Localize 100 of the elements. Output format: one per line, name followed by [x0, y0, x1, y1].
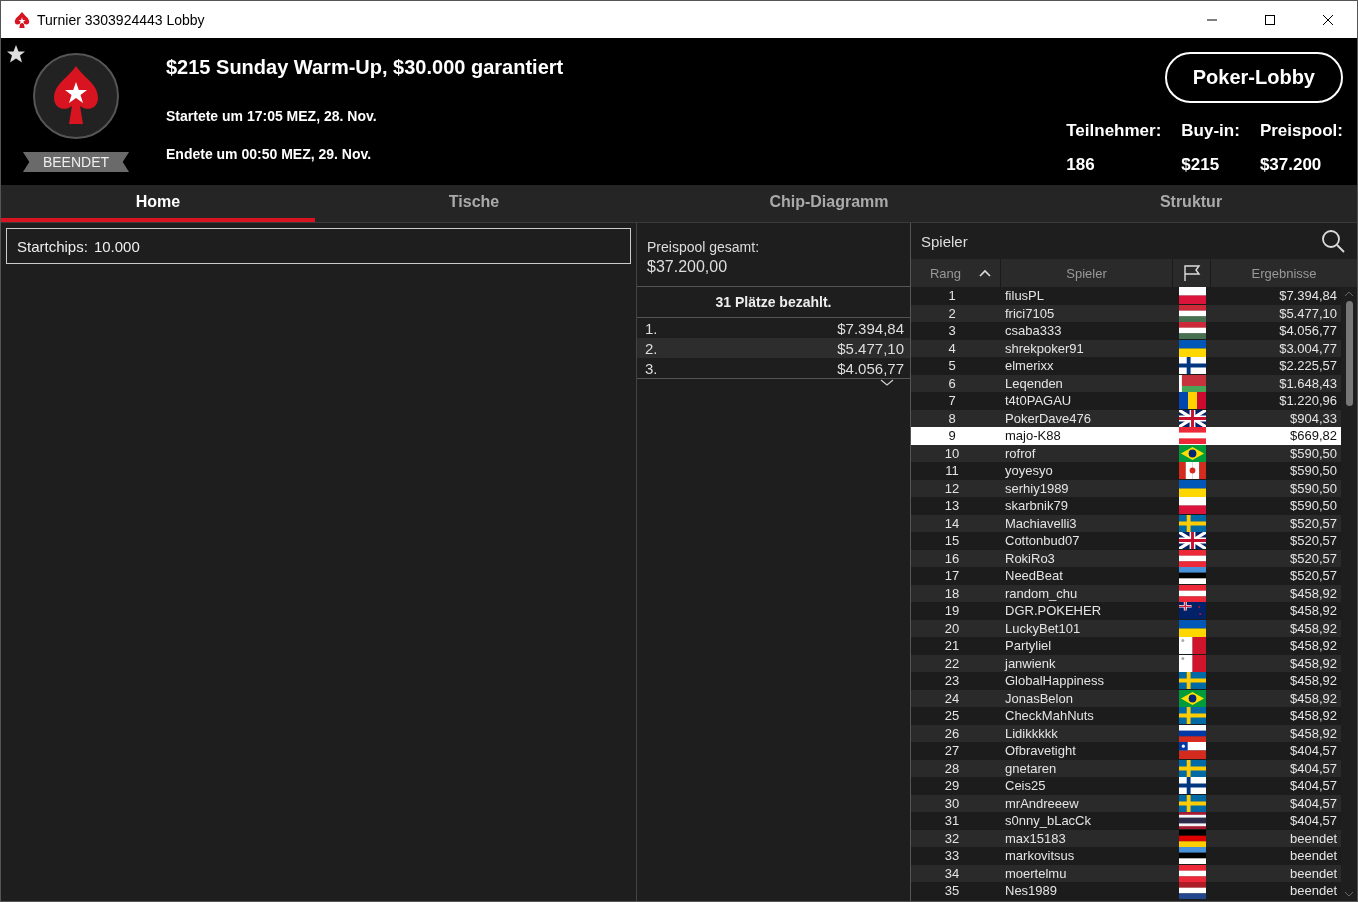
stat-label: Teilnehmer:	[1066, 121, 1162, 141]
poker-lobby-button[interactable]: Poker-Lobby	[1164, 52, 1343, 103]
player-name: skarbnik79	[1004, 498, 1069, 514]
scrollbar-thumb[interactable]	[1345, 301, 1353, 406]
stat-value: $37.200	[1259, 155, 1323, 175]
player-name: csaba333	[1004, 323, 1063, 339]
player-name: markovitsus	[1004, 848, 1076, 864]
rank-cell-text: 10	[943, 445, 961, 461]
rank-cell-text: 34	[943, 865, 961, 881]
player-name: Lidikkkkk	[1004, 725, 1059, 741]
rank-cell-text: 8	[947, 410, 957, 426]
scroll-down-icon[interactable]	[1344, 891, 1354, 897]
star-icon[interactable]	[6, 44, 26, 64]
rank-cell-text: 15	[943, 533, 961, 549]
result-cell-text: $404,57	[1289, 795, 1338, 811]
search-icon[interactable]	[1321, 229, 1345, 253]
player-name: JonasBelon	[1004, 690, 1074, 706]
player-name: Leqenden	[1004, 375, 1064, 391]
player-name: NeedBeat	[1004, 568, 1064, 584]
result-cell-text: $1.220,96	[1278, 393, 1338, 409]
result-cell-text: $5.477,10	[1278, 305, 1338, 321]
rank-cell-text: 1	[947, 288, 957, 304]
result-cell-text: $404,57	[1289, 760, 1338, 776]
scroll-up-icon[interactable]	[1344, 291, 1354, 297]
rank-cell-text: 35	[943, 883, 961, 899]
rank-cell-text: 32	[943, 830, 961, 846]
rank-cell-text: 24	[943, 690, 961, 706]
player-name: moertelmu	[1004, 865, 1068, 881]
player-name: CheckMahNuts	[1004, 708, 1095, 724]
column-header[interactable]: Ergebnisse	[1211, 259, 1357, 287]
rank-cell-text: 7	[947, 393, 957, 409]
close-icon[interactable]	[1322, 13, 1334, 26]
player-name: gnetaren	[1004, 760, 1058, 776]
result-cell-text: $590,50	[1289, 445, 1338, 461]
stat-label: Preispool:	[1259, 121, 1343, 141]
tab[interactable]: Home	[1, 185, 315, 222]
result-cell-text: $458,92	[1289, 690, 1338, 706]
result-cell-text: beendet	[1289, 848, 1338, 864]
rank-cell-text: 5	[947, 358, 957, 374]
rank-cell-text: 30	[943, 795, 961, 811]
rank-cell-text: 26	[943, 725, 961, 741]
maximize-icon[interactable]	[1264, 13, 1276, 26]
players-heading: Spieler	[921, 232, 968, 250]
tab[interactable]: Chip-Diagramm	[633, 185, 1025, 222]
result-cell-text: $520,57	[1289, 568, 1338, 584]
rank-cell-text: 12	[943, 480, 961, 496]
stat-label: Buy-in:	[1181, 121, 1240, 141]
rank-cell-text: 4	[947, 340, 957, 356]
result-cell-text: $669,82	[1289, 428, 1338, 444]
result-cell-text: $458,92	[1289, 620, 1338, 636]
result-cell-text: $4.056,77	[1278, 323, 1338, 339]
rank-cell-text: 23	[943, 673, 961, 689]
flag-outline-icon[interactable]	[1182, 264, 1201, 282]
player-name: Ofbravetight	[1004, 743, 1077, 759]
rank-cell-text: 31	[943, 813, 961, 829]
tab[interactable]: Struktur	[1025, 185, 1357, 222]
field-label: Startchips:	[17, 237, 88, 255]
rank-cell-text: 17	[943, 568, 961, 584]
rank-cell-text: 3	[947, 323, 957, 339]
player-name: Nes1989	[1004, 883, 1059, 899]
player-name: yoyesyo	[1004, 463, 1054, 479]
player-name: mrAndreeew	[1004, 795, 1080, 811]
end-time: Endete um 00:50 MEZ, 29. Nov.	[166, 146, 373, 165]
player-name: LuckyBet101	[1004, 620, 1082, 636]
result-cell-text: $458,92	[1289, 603, 1338, 619]
stat-value: $215	[1181, 155, 1221, 175]
result-cell-text: $1.648,43	[1278, 375, 1338, 391]
player-name: shrekpoker91	[1004, 340, 1085, 356]
rank-cell-text: 6	[947, 375, 957, 391]
player-name: filusPL	[1004, 288, 1046, 304]
spade-logo-icon	[13, 10, 31, 29]
player-name: majo-K88	[1004, 428, 1062, 444]
rank-cell-text: 22	[943, 655, 961, 671]
result-cell-text: $3.004,77	[1278, 340, 1338, 356]
player-name: Partyliel	[1004, 638, 1053, 654]
player-name: Machiavelli3	[1004, 515, 1078, 531]
rank-cell-text: 2	[947, 305, 957, 321]
player-name: DGR.POKEHER	[1004, 603, 1103, 619]
status-ribbon: BEENDET	[22, 152, 130, 172]
result-cell-text: $458,92	[1289, 725, 1338, 741]
player-name: max15183	[1004, 830, 1067, 846]
chevron-down-icon[interactable]	[880, 379, 894, 387]
rank-cell-text: 29	[943, 778, 961, 794]
rank-cell-text: 20	[943, 620, 961, 636]
field-value: 10.000	[93, 237, 140, 255]
player-name: s0nny_bLacCk	[1004, 813, 1092, 829]
player-name: janwienk	[1003, 655, 1057, 671]
result-cell-text: $520,57	[1289, 533, 1338, 549]
payout-amount: $5.477,10	[837, 339, 904, 357]
payout-place: 2.	[645, 339, 658, 357]
rank-cell-text: 28	[943, 760, 961, 776]
start-time: Startete um 17:05 MEZ, 28. Nov.	[166, 107, 378, 126]
result-cell-text: $590,50	[1289, 480, 1338, 496]
player-name: PokerDave476	[1004, 410, 1092, 426]
result-cell-text: $590,50	[1289, 463, 1338, 479]
player-name: serhiy1989	[1004, 480, 1070, 496]
player-name: t4t0PAGAU	[1004, 393, 1073, 409]
result-cell-text: $404,57	[1289, 813, 1338, 829]
tab[interactable]: Tische	[315, 185, 633, 222]
rank-cell-text: 21	[943, 638, 961, 654]
